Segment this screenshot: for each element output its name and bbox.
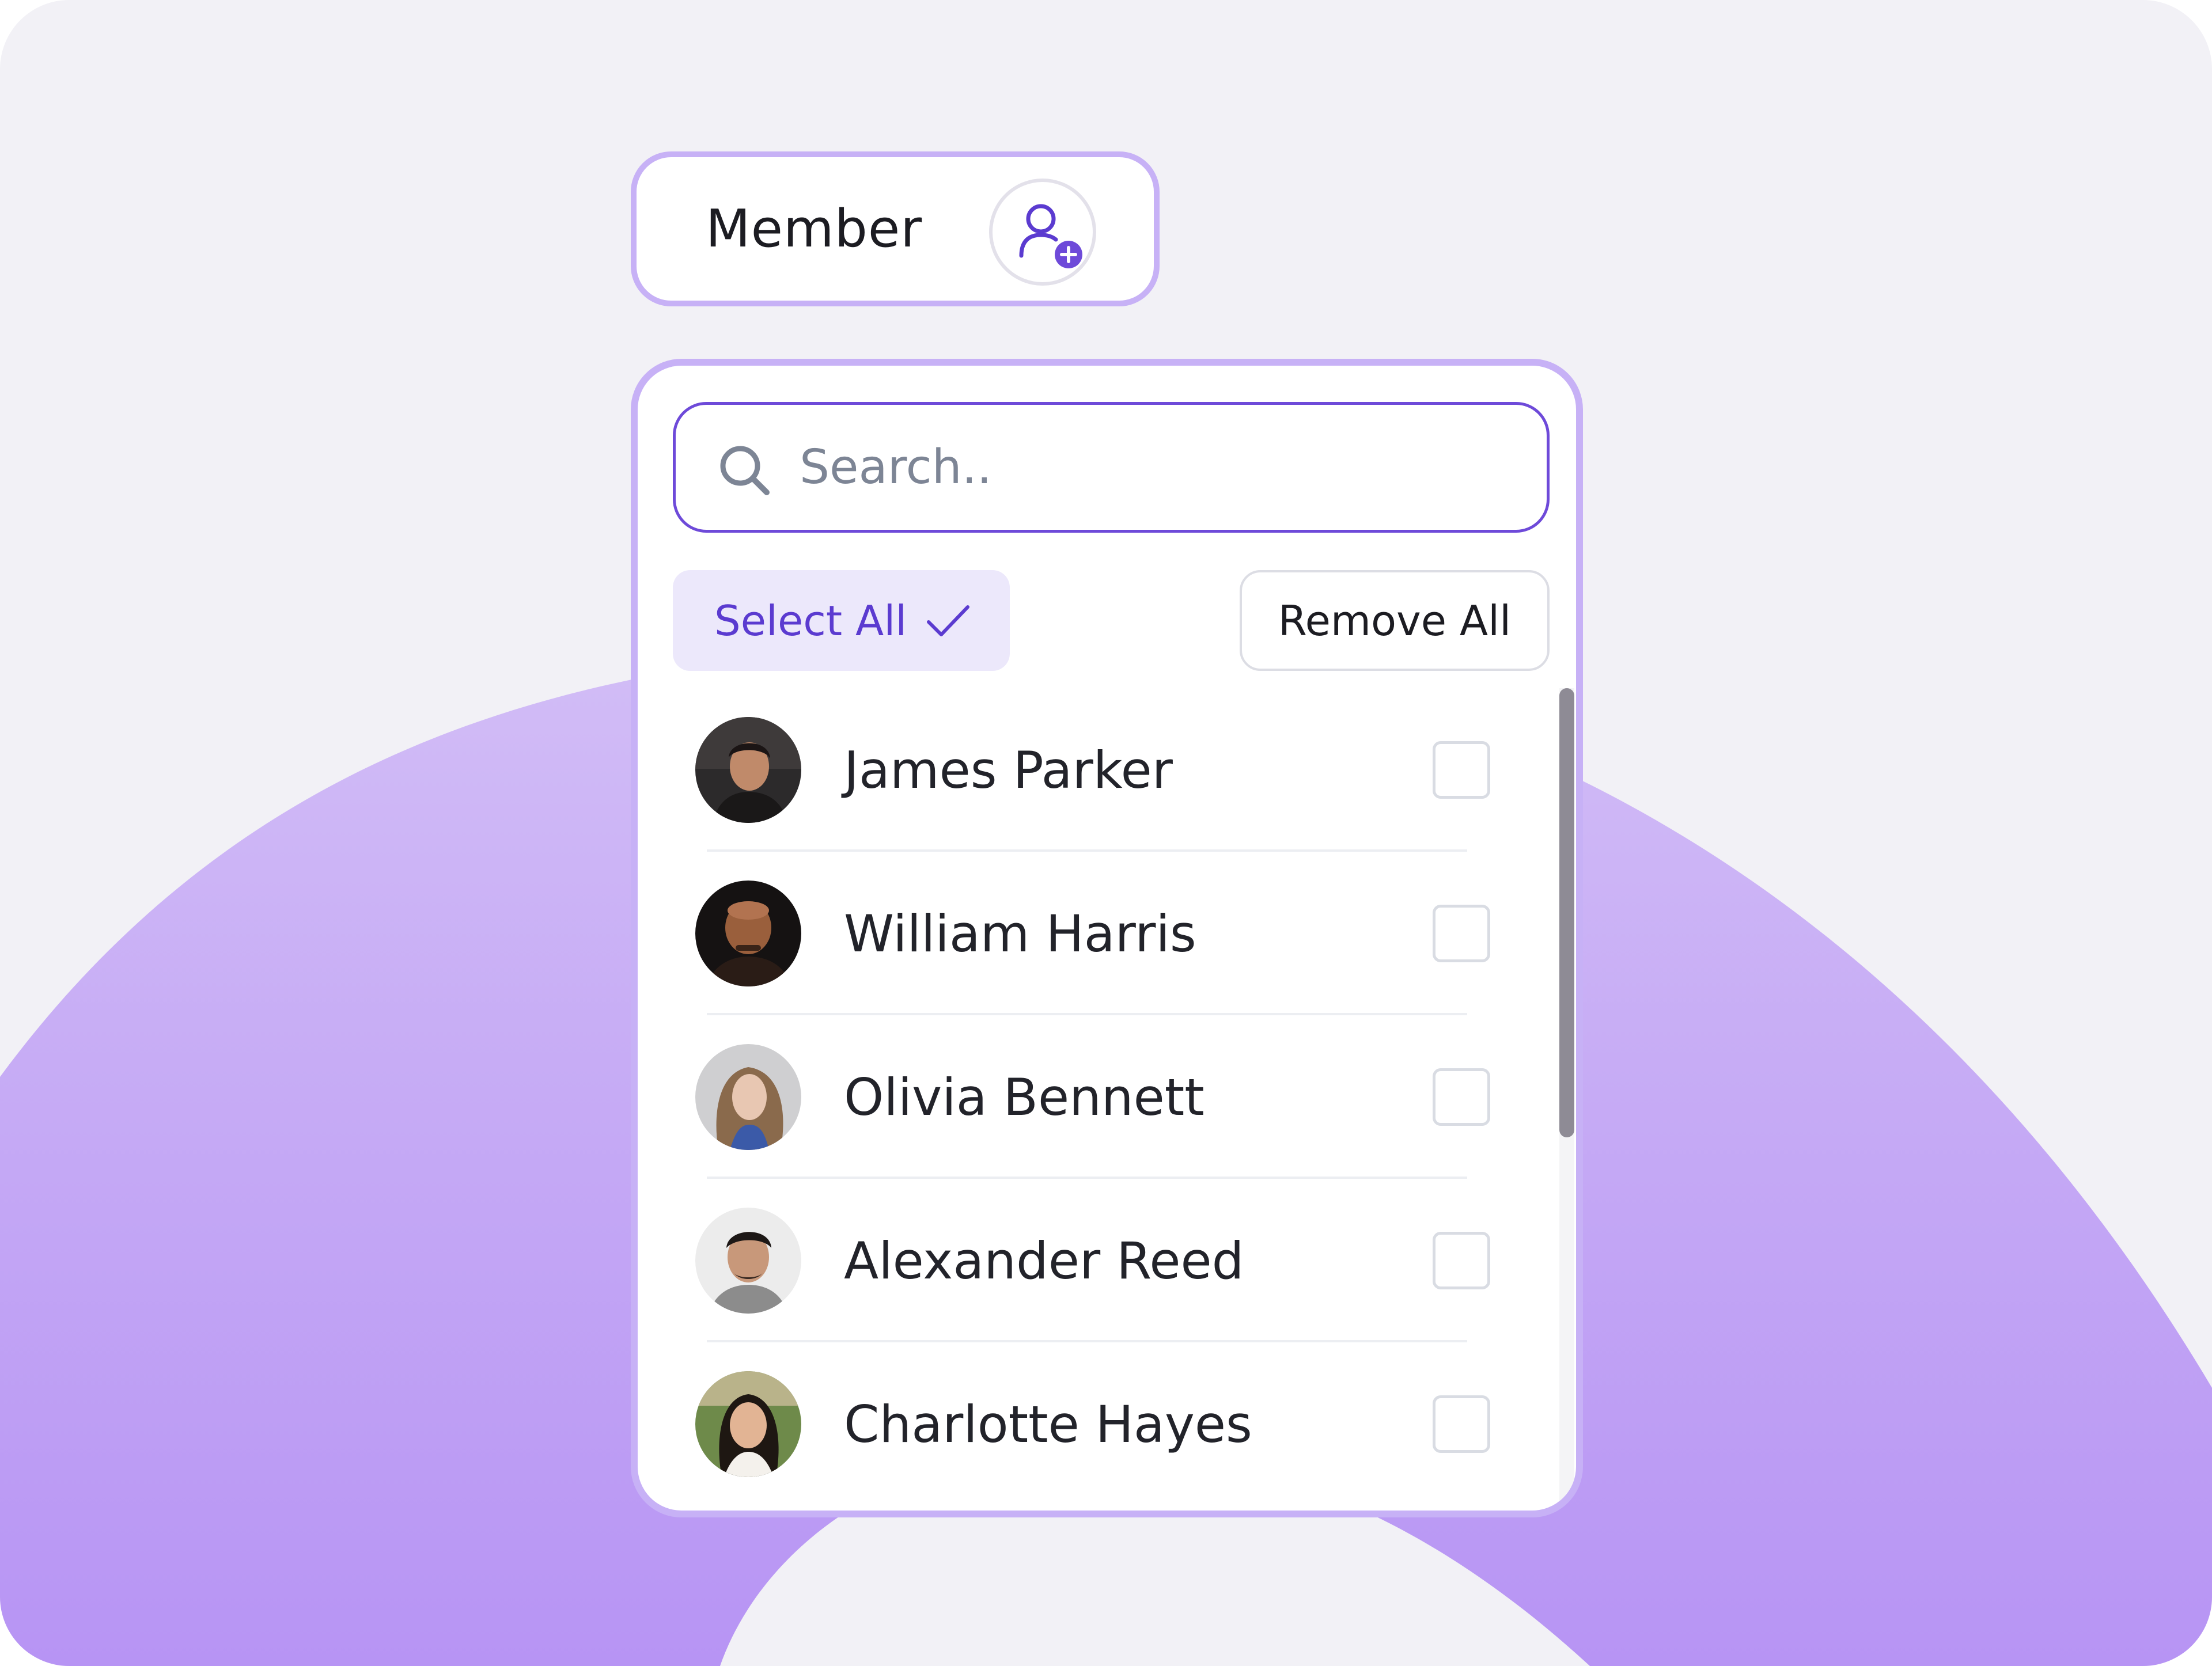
member-name: Olivia Bennett <box>844 1067 1205 1127</box>
check-icon <box>927 605 970 636</box>
member-checkbox[interactable] <box>1433 1068 1490 1126</box>
background-canvas: Member Select All Remove All <box>0 0 2212 1666</box>
member-checkbox[interactable] <box>1433 1395 1490 1453</box>
avatar <box>695 1208 801 1314</box>
member-label: Member <box>706 199 923 259</box>
avatar <box>695 1044 801 1150</box>
member-checkbox[interactable] <box>1433 905 1490 962</box>
remove-all-button[interactable]: Remove All <box>1240 570 1550 671</box>
scrollbar-thumb[interactable] <box>1559 688 1574 1137</box>
list-item[interactable]: William Harris <box>638 852 1536 1015</box>
user-add-icon <box>1019 204 1082 268</box>
search-input[interactable] <box>800 405 1525 530</box>
member-name: James Parker <box>844 740 1173 800</box>
member-checkbox[interactable] <box>1433 1232 1490 1289</box>
member-name: William Harris <box>844 904 1196 963</box>
list-item[interactable]: Olivia Bennett <box>638 1015 1536 1179</box>
avatar <box>695 717 801 823</box>
member-name: Alexander Reed <box>844 1231 1244 1291</box>
search-icon <box>720 446 770 495</box>
scrollbar-track[interactable] <box>1559 688 1574 1511</box>
avatar <box>695 1371 801 1477</box>
member-checkbox[interactable] <box>1433 741 1490 799</box>
search-box[interactable] <box>673 402 1550 533</box>
remove-all-label: Remove All <box>1278 596 1512 645</box>
list-item[interactable]: James Parker <box>638 688 1536 852</box>
member-selector[interactable]: Member <box>631 151 1160 306</box>
avatar <box>695 881 801 986</box>
select-all-button[interactable]: Select All <box>673 570 1010 671</box>
list-item[interactable]: Alexander Reed <box>638 1179 1536 1342</box>
list-item[interactable]: Charlotte Hayes <box>638 1342 1536 1506</box>
member-dropdown-panel: Select All Remove All J <box>631 359 1583 1517</box>
add-member-button[interactable] <box>989 179 1096 286</box>
member-name: Charlotte Hayes <box>844 1394 1252 1454</box>
select-all-label: Select All <box>714 596 907 645</box>
